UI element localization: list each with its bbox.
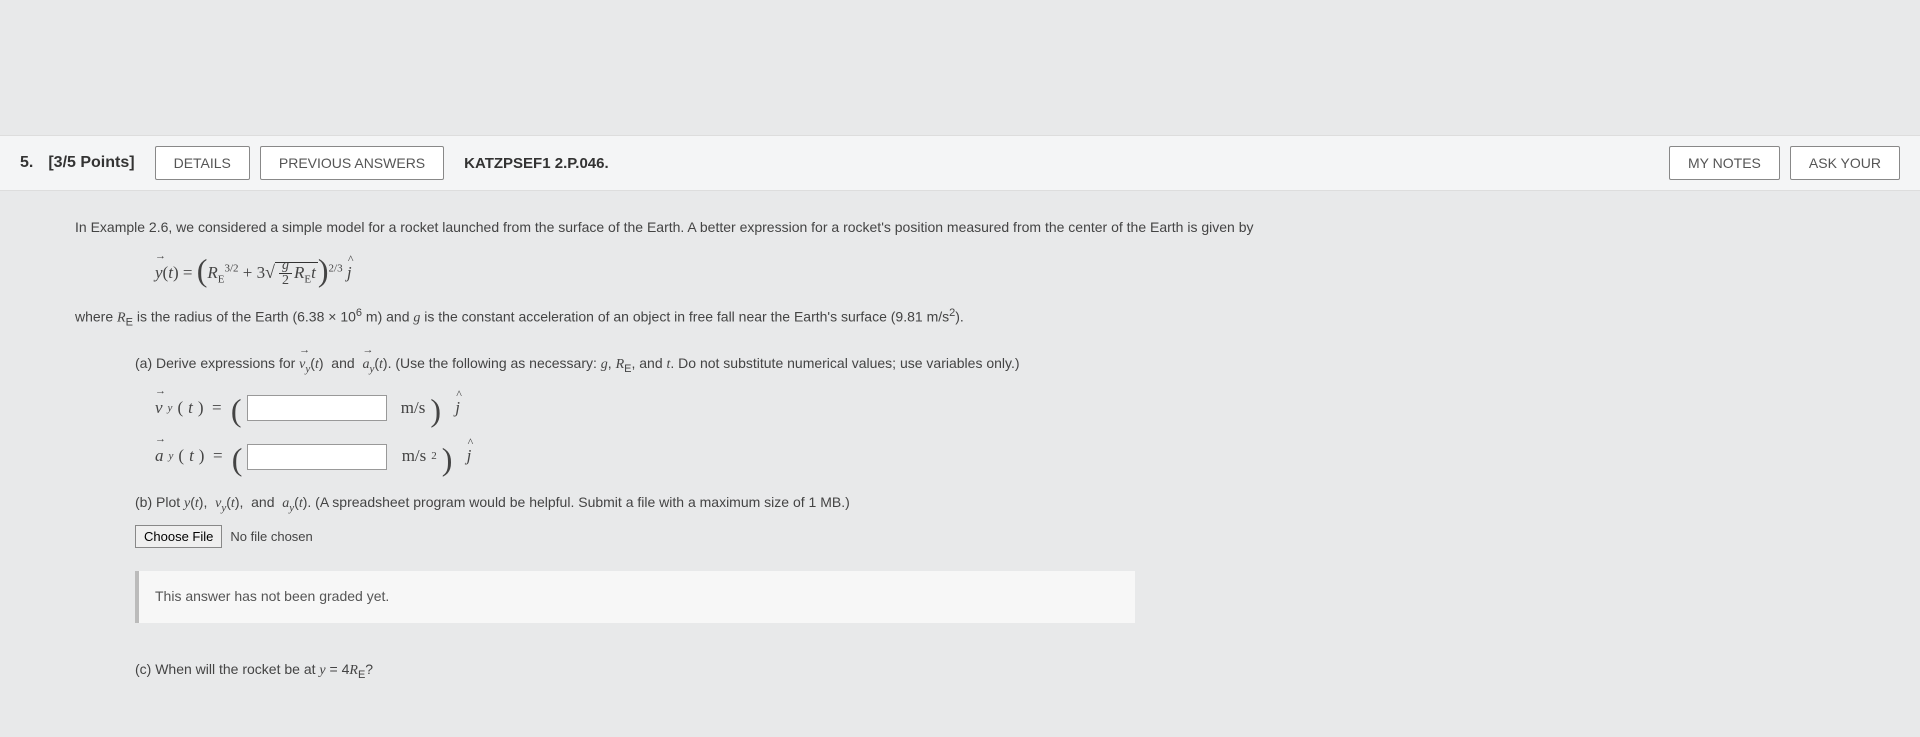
grading-status: This answer has not been graded yet.	[135, 571, 1135, 623]
part-b-label: (b) Plot	[135, 494, 184, 510]
part-c-label: (c) When will the rocket be at	[135, 661, 319, 677]
vy-input[interactable]	[247, 395, 387, 421]
problem-reference: KATZPSEF1 2.P.046.	[464, 155, 609, 172]
part-a: (a) Derive expressions for vy(t) and ay(…	[135, 352, 1845, 471]
question-header: 5. [3/5 Points] DETAILS PREVIOUS ANSWERS…	[0, 135, 1920, 191]
where-text: where RE is the radius of the Earth (6.3…	[75, 304, 1845, 332]
file-status: No file chosen	[222, 523, 320, 551]
points-label: [3/5 Points]	[48, 154, 134, 172]
vy-answer-row: vy(t) = ( m/s) j	[155, 394, 1845, 423]
choose-file-button[interactable]: Choose File	[135, 525, 222, 548]
position-equation: y(t) = (RE3/2 + 3√g2REt)2/3 j	[155, 255, 1845, 289]
details-button[interactable]: DETAILS	[155, 146, 250, 180]
ay-answer-row: ay(t) = ( m/s2) j	[155, 442, 1845, 471]
part-b: (b) Plot y(t), vy(t), and ay(t). (A spre…	[135, 491, 1845, 551]
question-content: In Example 2.6, we considered a simple m…	[0, 191, 1920, 684]
problem-intro: In Example 2.6, we considered a simple m…	[75, 216, 1845, 240]
ay-input[interactable]	[247, 444, 387, 470]
part-c: (c) When will the rocket be at y = 4RE?	[135, 658, 1845, 684]
vy-unit: m/s	[401, 394, 426, 423]
part-a-label: (a) Derive expressions for	[135, 355, 299, 371]
previous-answers-button[interactable]: PREVIOUS ANSWERS	[260, 146, 444, 180]
question-number: 5.	[20, 154, 33, 172]
ay-unit: m/s	[402, 442, 427, 471]
ask-your-teacher-button[interactable]: ASK YOUR	[1790, 146, 1900, 180]
my-notes-button[interactable]: MY NOTES	[1669, 146, 1780, 180]
